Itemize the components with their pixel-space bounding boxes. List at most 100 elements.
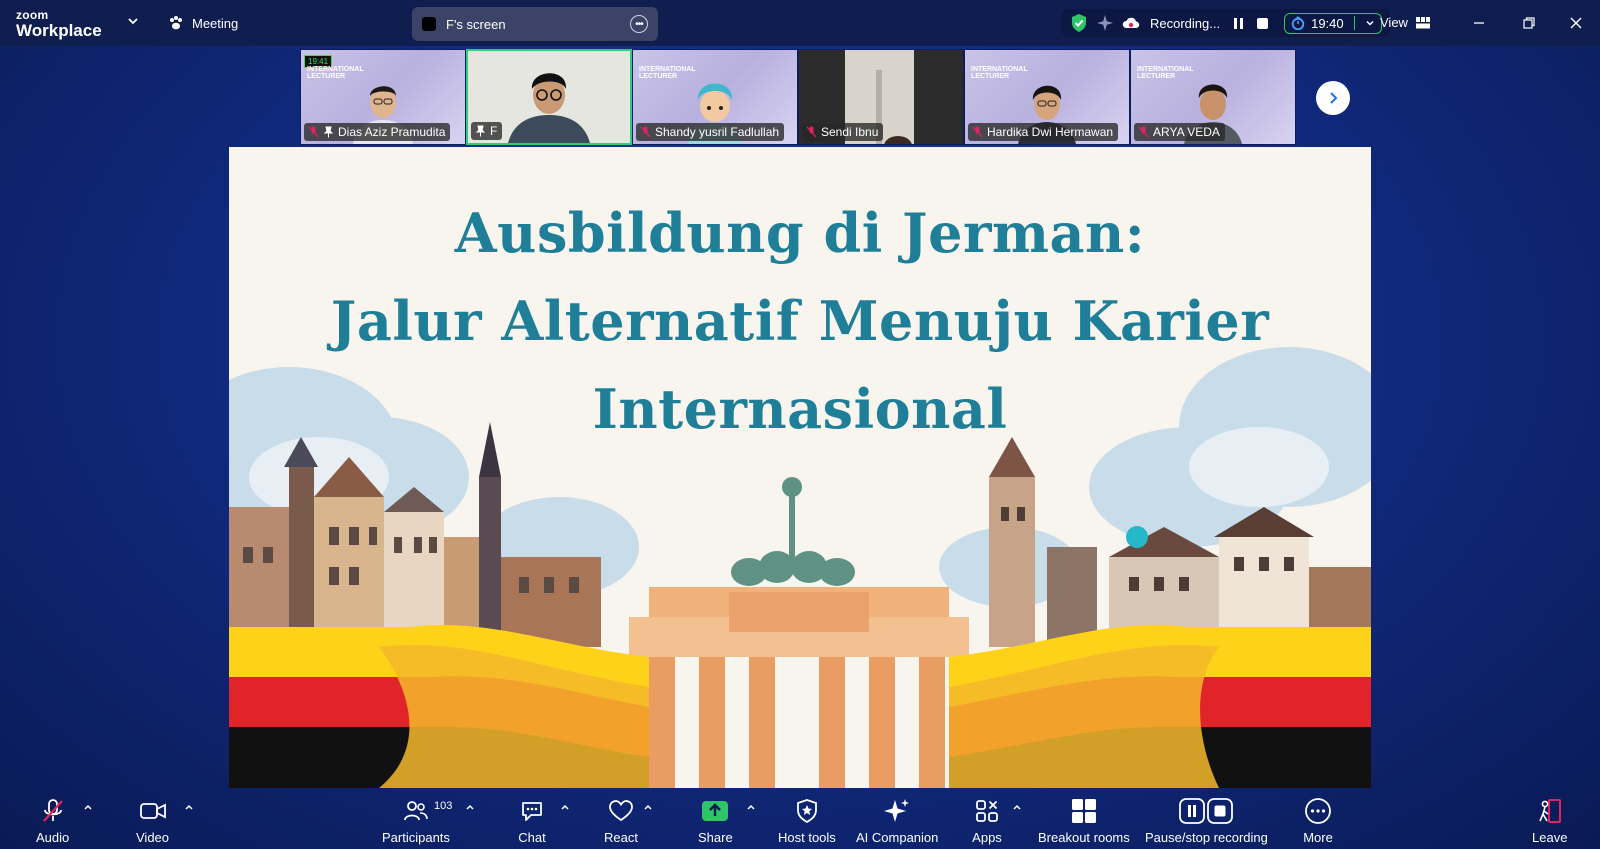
chevron-up-icon[interactable] bbox=[82, 801, 94, 813]
zoom-workplace-logo[interactable]: zoom Workplace bbox=[16, 9, 102, 39]
recording-label: Recording... bbox=[1150, 15, 1221, 31]
chevron-up-icon[interactable] bbox=[1011, 801, 1023, 813]
mic-muted-icon bbox=[640, 126, 651, 138]
brand-large: Workplace bbox=[16, 21, 102, 40]
restore-icon[interactable] bbox=[1518, 12, 1540, 34]
grid-view-icon bbox=[1415, 16, 1430, 28]
pause-stop-icon bbox=[1179, 798, 1234, 824]
pause-stop-recording-button[interactable]: Pause/stop recording bbox=[1145, 796, 1268, 845]
host-tools-label: Host tools bbox=[778, 830, 836, 845]
participant-tile[interactable]: Sendi Ibnu bbox=[798, 49, 964, 145]
meeting-toolbar: Audio Video Participants 103 Chat React … bbox=[0, 792, 1600, 849]
mic-muted-icon bbox=[308, 126, 319, 138]
view-label: View bbox=[1380, 15, 1408, 30]
slide-title-line-2: Jalur Alternatif Menuju Karier bbox=[330, 289, 1270, 353]
share-screen-icon bbox=[702, 801, 729, 821]
breakout-rooms-button[interactable]: Breakout rooms bbox=[1038, 796, 1130, 845]
leave-label: Leave bbox=[1532, 830, 1568, 845]
mic-muted-icon bbox=[42, 799, 63, 822]
chat-icon bbox=[522, 802, 542, 821]
minimize-icon[interactable] bbox=[1468, 12, 1490, 34]
participant-name-tag: Dias Aziz Pramudita bbox=[304, 123, 451, 141]
chevron-right-icon bbox=[1330, 92, 1338, 104]
recording-group: Recording... 19:40 bbox=[1062, 9, 1390, 37]
chevron-up-icon[interactable] bbox=[559, 801, 571, 813]
participant-name: Shandy yusril Fadlullah bbox=[655, 125, 780, 139]
participant-name: ARYA VEDA bbox=[1153, 125, 1220, 139]
apps-label: Apps bbox=[972, 830, 1002, 845]
chevron-up-icon[interactable] bbox=[745, 801, 757, 813]
screen-share-pill[interactable]: F's screen ••• bbox=[412, 7, 658, 41]
meeting-timer[interactable]: 19:40 bbox=[1284, 12, 1382, 34]
breakout-rooms-icon bbox=[1071, 799, 1096, 823]
participant-tile[interactable]: INTERNATIONAL LECTURER Hardika Dwi Hermaw… bbox=[964, 49, 1130, 145]
screen-thumbnail-icon bbox=[422, 17, 436, 31]
chevron-down-icon[interactable] bbox=[1365, 18, 1375, 28]
video-camera-icon bbox=[139, 803, 166, 819]
meeting-label: Meeting bbox=[192, 15, 239, 31]
participant-name: Dias Aziz Pramudita bbox=[338, 125, 446, 139]
participant-tile-active-speaker[interactable]: F bbox=[466, 49, 632, 145]
audio-button[interactable]: Audio bbox=[36, 796, 69, 845]
participant-tile[interactable]: INTERNATIONAL LECTURER Shandy yusril Fadl… bbox=[632, 49, 798, 145]
participant-name-tag: Hardika Dwi Hermawan bbox=[968, 123, 1119, 141]
slide-title-line-3: Internasional bbox=[592, 377, 1008, 441]
close-icon[interactable] bbox=[1565, 12, 1587, 34]
screen-label: F's screen bbox=[446, 16, 506, 32]
video-button[interactable]: Video bbox=[136, 796, 169, 845]
react-label: React bbox=[604, 830, 638, 845]
pin-icon bbox=[475, 125, 486, 137]
sparkle-icon[interactable] bbox=[1096, 14, 1114, 32]
next-page-button[interactable] bbox=[1316, 81, 1350, 115]
participant-name: Hardika Dwi Hermawan bbox=[987, 125, 1114, 139]
participants-count: 103 bbox=[434, 800, 453, 812]
more-label: More bbox=[1303, 830, 1333, 845]
more-button[interactable]: More bbox=[1303, 796, 1333, 845]
heart-icon bbox=[609, 800, 633, 822]
more-dots-icon bbox=[1305, 798, 1331, 824]
audio-label: Audio bbox=[36, 830, 70, 845]
shield-icon bbox=[797, 799, 817, 824]
leave-button[interactable]: Leave bbox=[1532, 796, 1567, 845]
pause-recording-icon[interactable] bbox=[1234, 17, 1244, 29]
participants-icon bbox=[404, 801, 428, 821]
paw-icon bbox=[170, 16, 182, 30]
share-button[interactable]: Share bbox=[698, 796, 733, 845]
apps-grid-icon bbox=[976, 800, 998, 822]
stop-recording-icon[interactable] bbox=[1257, 17, 1269, 29]
slide-title: Ausbildung di Jerman: Jalur Alternatif M… bbox=[229, 189, 1371, 453]
slide-title-line-1: Ausbildung di Jerman: bbox=[454, 201, 1146, 265]
chevron-up-icon[interactable] bbox=[464, 801, 476, 813]
meeting-menu[interactable]: Meeting bbox=[168, 15, 238, 31]
cloud-record-icon bbox=[1122, 17, 1140, 28]
participant-name-tag: Shandy yusril Fadlullah bbox=[636, 123, 785, 141]
participant-name-tag: Sendi Ibnu bbox=[802, 123, 884, 141]
participant-tile[interactable]: 19:41 INTERNATIONAL LECTURER Dias Aziz Pr… bbox=[300, 49, 466, 145]
more-options-icon[interactable]: ••• bbox=[630, 15, 648, 33]
participant-strip: 19:41 INTERNATIONAL LECTURER Dias Aziz Pr… bbox=[300, 49, 1296, 145]
participant-tile[interactable]: INTERNATIONAL LECTURER ARYA VEDA bbox=[1130, 49, 1296, 145]
brand-small: zoom bbox=[16, 8, 49, 22]
apps-button[interactable]: Apps bbox=[972, 796, 1002, 845]
pause-stop-label: Pause/stop recording bbox=[1145, 830, 1268, 845]
chat-button[interactable]: Chat bbox=[517, 796, 547, 845]
chat-label: Chat bbox=[518, 830, 546, 845]
view-button[interactable]: View bbox=[1380, 15, 1430, 30]
host-tools-button[interactable]: Host tools bbox=[778, 796, 836, 845]
chevron-down-icon[interactable] bbox=[126, 14, 140, 28]
ai-companion-button[interactable]: AI Companion bbox=[856, 796, 938, 845]
top-bar: zoom Workplace Meeting F's screen ••• Re… bbox=[0, 0, 1600, 46]
stopwatch-icon bbox=[1291, 16, 1305, 30]
ai-companion-label: AI Companion bbox=[856, 830, 939, 845]
participant-name-tag: ARYA VEDA bbox=[1134, 123, 1225, 141]
chevron-up-icon[interactable] bbox=[642, 801, 654, 813]
chevron-up-icon[interactable] bbox=[183, 801, 195, 813]
mic-muted-icon bbox=[806, 126, 817, 138]
participant-name: F bbox=[490, 124, 498, 138]
react-button[interactable]: React bbox=[604, 796, 638, 845]
shield-check-icon[interactable] bbox=[1070, 13, 1088, 33]
participant-name: Sendi Ibnu bbox=[821, 125, 879, 139]
participant-video bbox=[508, 73, 590, 143]
participant-name-tag: F bbox=[471, 122, 503, 140]
ai-sparkle-icon bbox=[884, 799, 910, 822]
